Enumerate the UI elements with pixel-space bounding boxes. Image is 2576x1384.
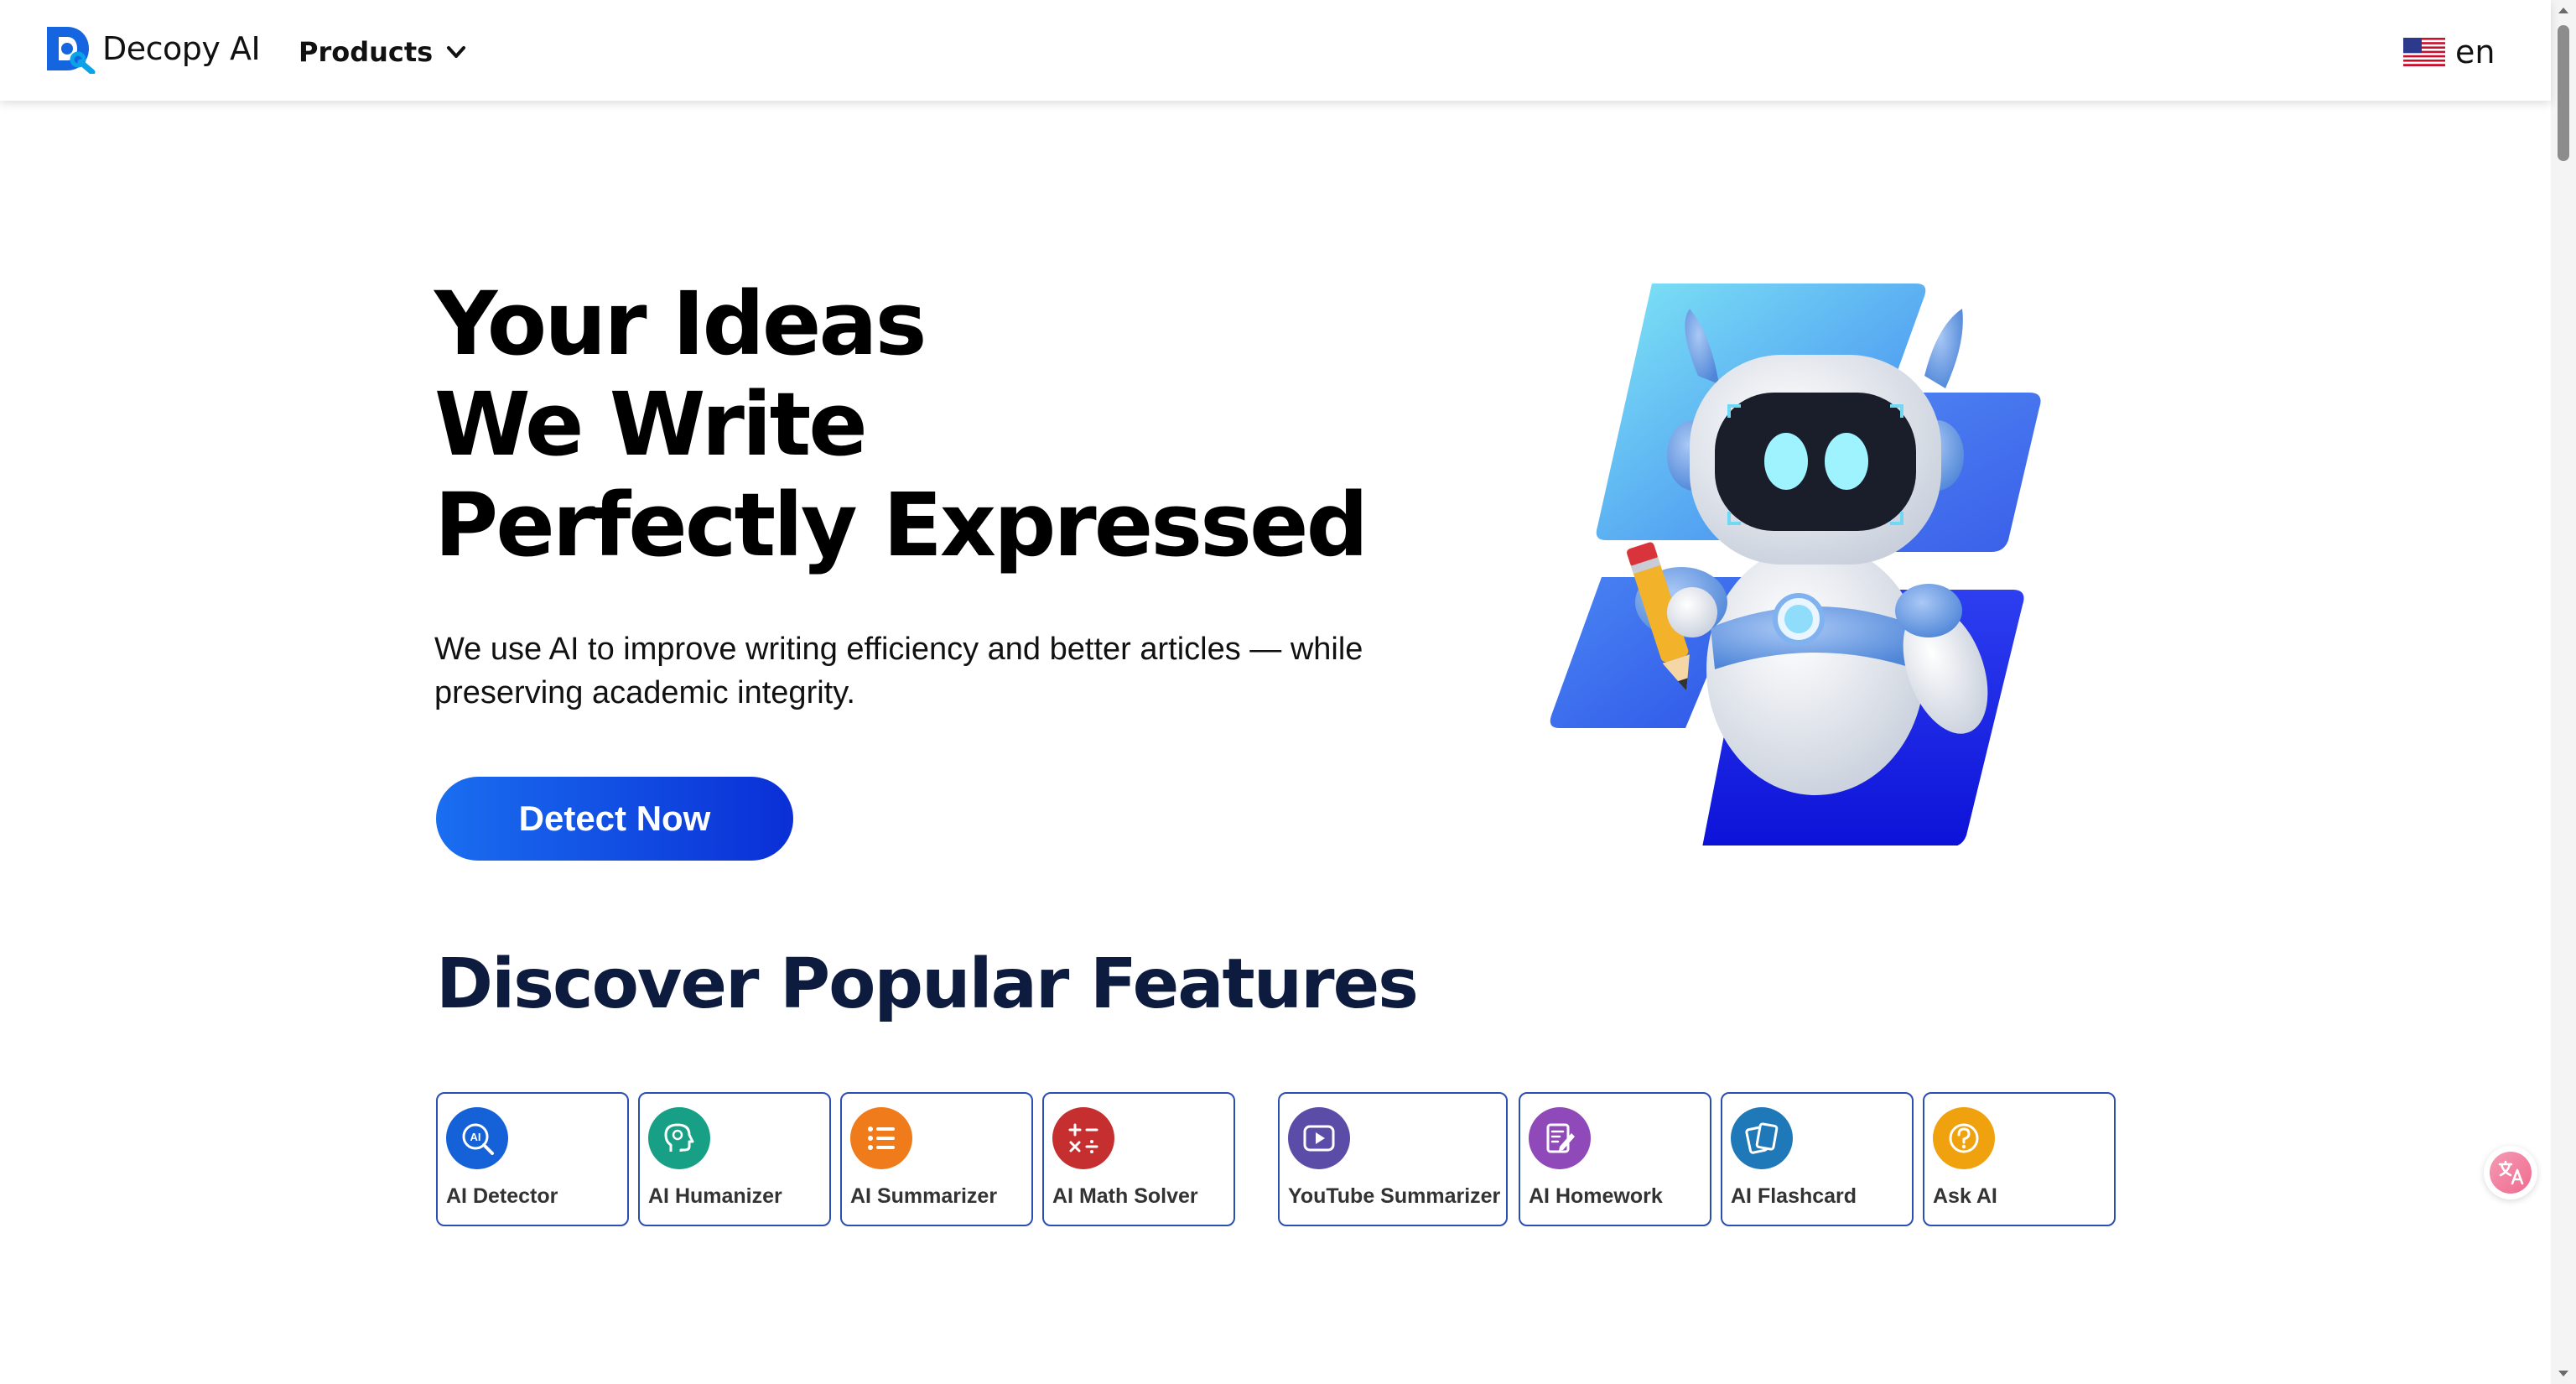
scroll-up-arrow-icon[interactable] bbox=[2556, 3, 2571, 18]
hero-title-line: We Write bbox=[434, 373, 868, 476]
chevron-down-icon bbox=[447, 46, 466, 58]
detect-now-button[interactable]: Detect Now bbox=[436, 777, 793, 861]
translate-icon bbox=[2490, 1152, 2532, 1194]
video-play-icon bbox=[1288, 1107, 1350, 1169]
feature-card-label: Ask AI bbox=[1933, 1184, 1997, 1208]
svg-text:AI: AI bbox=[470, 1131, 481, 1143]
feature-card-label: AI Humanizer bbox=[648, 1184, 782, 1208]
math-symbols-icon bbox=[1052, 1107, 1114, 1169]
products-dropdown[interactable]: Products bbox=[299, 32, 468, 72]
feature-card-ai-summarizer[interactable]: AI Summarizer bbox=[840, 1092, 1033, 1226]
feature-card-ai-flashcard[interactable]: AI Flashcard bbox=[1721, 1092, 1914, 1226]
brand-name: Decopy AI bbox=[102, 30, 261, 67]
list-icon bbox=[850, 1107, 912, 1169]
feature-card-ai-humanizer[interactable]: AI Humanizer bbox=[638, 1092, 831, 1226]
ai-detector-icon: AI bbox=[446, 1107, 508, 1169]
feature-card-youtube-summarizer[interactable]: YouTube Summarizer bbox=[1278, 1092, 1508, 1226]
scroll-down-arrow-icon[interactable] bbox=[2556, 1366, 2571, 1381]
us-flag-icon bbox=[2403, 38, 2445, 66]
scrollbar-thumb[interactable] bbox=[2558, 25, 2569, 161]
robot-writing-illustration bbox=[1550, 284, 2041, 845]
features-heading: Discover Popular Features bbox=[436, 944, 1419, 1024]
hero-title-line: Your Ideas bbox=[434, 273, 927, 375]
feature-card-ai-math-solver[interactable]: AI Math Solver bbox=[1042, 1092, 1235, 1226]
humanizer-head-icon bbox=[648, 1107, 710, 1169]
hero-title: Your Ideas We Write Perfectly Expressed bbox=[434, 273, 1441, 575]
feature-card-ai-homework[interactable]: AI Homework bbox=[1519, 1092, 1711, 1226]
flashcards-icon bbox=[1731, 1107, 1793, 1169]
language-selector[interactable]: en bbox=[2403, 32, 2495, 72]
feature-card-ai-detector[interactable]: AI AI Detector bbox=[436, 1092, 629, 1226]
notebook-pen-icon bbox=[1529, 1107, 1591, 1169]
feature-card-label: AI Summarizer bbox=[850, 1184, 998, 1208]
decopy-logo-icon bbox=[47, 27, 96, 74]
translate-floating-button[interactable] bbox=[2484, 1146, 2537, 1199]
top-nav-bar: Decopy AI Products en bbox=[0, 0, 2551, 101]
feature-card-label: AI Flashcard bbox=[1731, 1184, 1857, 1208]
products-label: Products bbox=[299, 36, 434, 68]
hero-title-line: Perfectly Expressed bbox=[434, 474, 1368, 576]
feature-card-label: AI Detector bbox=[446, 1184, 558, 1208]
question-icon bbox=[1933, 1107, 1995, 1169]
page-scrollbar[interactable] bbox=[2551, 0, 2576, 1384]
feature-card-ask-ai[interactable]: Ask AI bbox=[1923, 1092, 2116, 1226]
hero-description: We use AI to improve writing efficiency … bbox=[434, 632, 1363, 710]
feature-card-label: YouTube Summarizer bbox=[1288, 1184, 1501, 1208]
feature-card-label: AI Math Solver bbox=[1052, 1184, 1198, 1208]
feature-card-label: AI Homework bbox=[1529, 1184, 1663, 1208]
language-code: en bbox=[2455, 34, 2496, 70]
brand-logo[interactable]: Decopy AI bbox=[44, 23, 261, 74]
